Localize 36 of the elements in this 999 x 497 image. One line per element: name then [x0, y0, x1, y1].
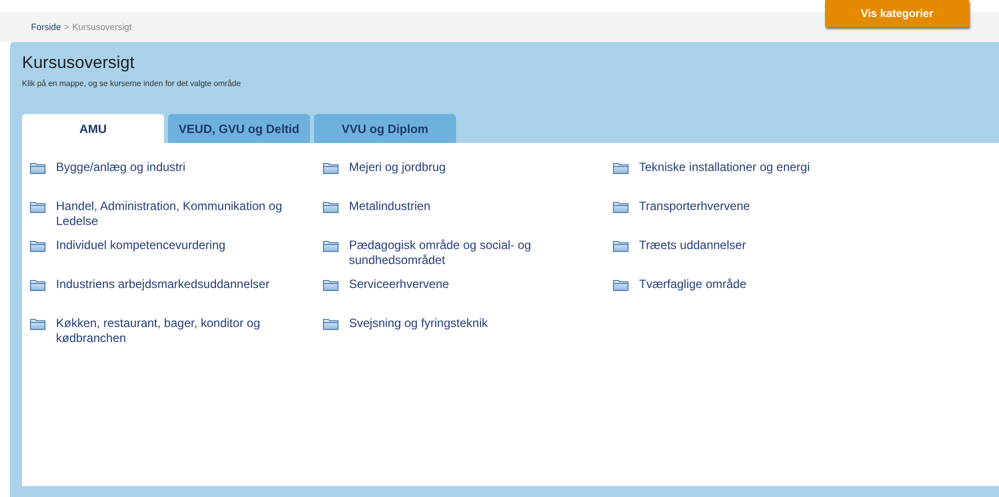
category-link[interactable]: Træets uddannelser — [639, 238, 746, 253]
folder-icon — [30, 279, 46, 291]
page-title: Kursusoversigt — [22, 53, 134, 73]
category-link[interactable]: Transporterhvervene — [639, 199, 750, 214]
category-link[interactable]: Individuel kompetencevurdering — [56, 238, 226, 253]
category-link[interactable]: Køkken, restaurant, bager, konditor og kødbranchen — [56, 316, 306, 346]
folder-icon — [30, 201, 46, 213]
folder-icon — [323, 318, 339, 330]
folder-icon — [613, 240, 629, 252]
category-link[interactable]: Bygge/anlæg og industri — [56, 160, 186, 175]
folder-icon — [613, 279, 629, 291]
folder-icon — [613, 162, 629, 174]
category-link[interactable]: Tekniske installationer og energi — [639, 160, 810, 175]
folder-icon — [30, 240, 46, 252]
category-link[interactable]: Svejsning og fyringsteknik — [349, 316, 488, 331]
category-link[interactable]: Serviceerhvervene — [349, 277, 450, 292]
category-link[interactable]: Metalindustrien — [349, 199, 430, 214]
tab[interactable]: AMU — [22, 114, 164, 143]
folder-icon — [613, 201, 629, 213]
category-link[interactable]: Mejeri og jordbrug — [349, 160, 446, 175]
breadcrumb-link[interactable]: Forside — [31, 22, 62, 32]
category-link[interactable]: Tværfaglige område — [639, 277, 746, 292]
folder-icon — [323, 279, 339, 291]
category-link[interactable]: Pædagogisk område og social- og sundhedsområdet — [349, 238, 599, 268]
tab[interactable]: VEUD, GVU og Deltid — [168, 114, 310, 143]
category-link[interactable]: Industriens arbejdsmarkedsuddannelser — [56, 277, 270, 292]
folder-icon — [30, 318, 46, 330]
tab[interactable]: VVU og Diplom — [314, 114, 456, 143]
folder-icon — [323, 162, 339, 174]
page-subtitle: Klik på en mappe, og se kurserne inden for det valgte område — [22, 79, 241, 88]
breadcrumb-separator: > — [64, 22, 70, 32]
folder-icon — [323, 240, 339, 252]
category-link[interactable]: Handel, Administration, Kommunikation og Ledelse — [56, 199, 306, 229]
breadcrumb-current: Kursusoversigt — [72, 22, 132, 32]
folder-icon — [30, 162, 46, 174]
folder-icon — [323, 201, 339, 213]
